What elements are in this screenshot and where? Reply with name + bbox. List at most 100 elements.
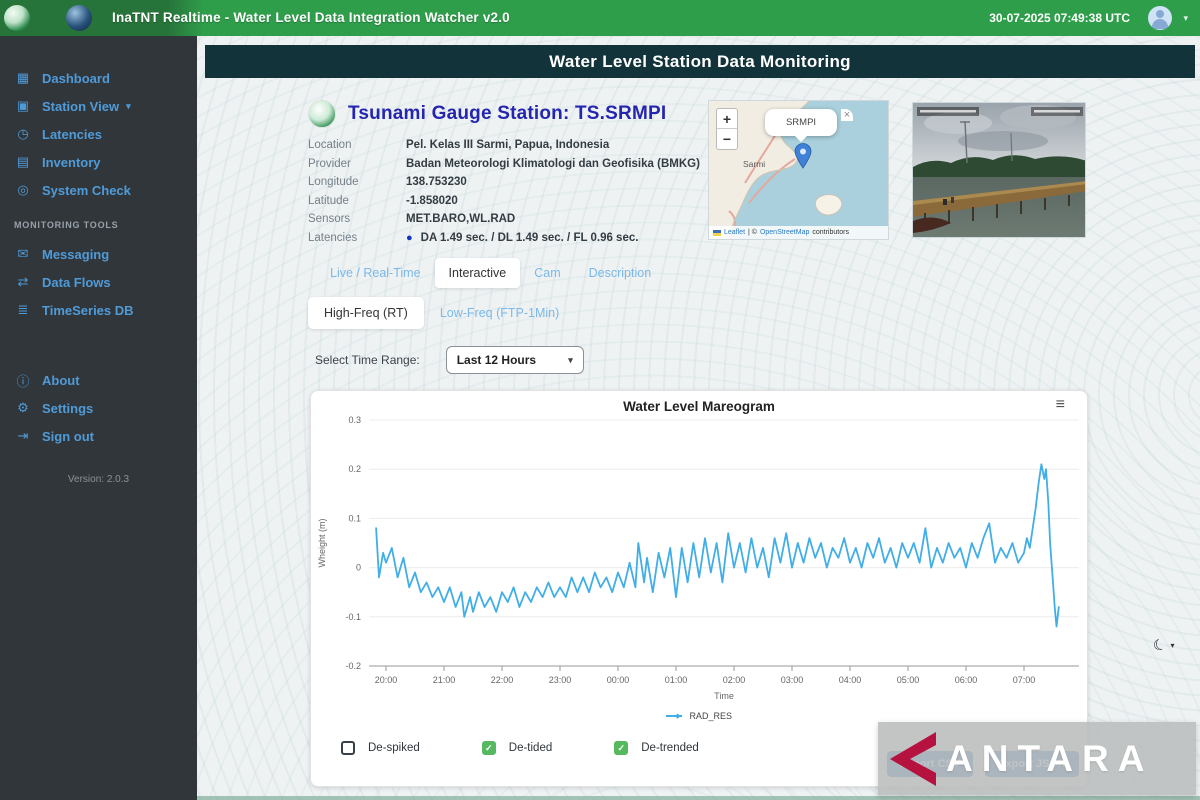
svg-text:0.1: 0.1	[348, 513, 361, 523]
station-camera-image	[912, 102, 1086, 238]
sidebar-item-data-flows[interactable]: ⇄ Data Flows	[0, 268, 197, 296]
mareogram-chart[interactable]: 0.30.20.10-0.1-0.220:0021:0022:0023:0000…	[311, 415, 1089, 707]
time-range-row: Select Time Range: Last 12 Hours ▾	[315, 346, 584, 374]
sidebar-item-messaging[interactable]: ✉ Messaging	[0, 240, 197, 268]
sidebar-item-system-check[interactable]: ◎ System Check	[0, 176, 197, 204]
svg-text:Wheight (m): Wheight (m)	[317, 518, 327, 567]
svg-text:21:00: 21:00	[433, 675, 456, 685]
status-dot-icon: ●	[406, 232, 413, 244]
user-avatar[interactable]	[1148, 6, 1172, 30]
check-icon: ✓	[617, 743, 625, 754]
checkbox-detrended[interactable]: ✓ De-trended	[614, 741, 699, 755]
tab-interactive[interactable]: Interactive	[435, 258, 521, 288]
info-icon: ⓘ	[15, 371, 31, 390]
svg-text:01:00: 01:00	[665, 675, 688, 685]
subtab-high-freq[interactable]: High-Freq (RT)	[308, 297, 424, 329]
zoom-in-button[interactable]: +	[717, 109, 737, 129]
station-title: Tsunami Gauge Station: TS.SRMPI	[348, 103, 666, 125]
svg-text:05:00: 05:00	[897, 675, 920, 685]
app-title: InaTNT Realtime - Water Level Data Integ…	[112, 10, 510, 25]
map-attribution: Leaflet | © OpenStreetMap contributors	[709, 226, 888, 239]
antara-text: ANTARA	[946, 738, 1153, 780]
main-content: Water Level Station Data Monitoring Tsun…	[197, 36, 1200, 800]
station-field-location: Location Pel. Kelas III Sarmi, Papua, In…	[308, 136, 708, 155]
clock-icon: ◷	[15, 126, 31, 142]
map-popup: SRMPI	[765, 109, 837, 136]
station-view-icon: ▣	[15, 98, 31, 114]
svg-text:23:00: 23:00	[549, 675, 572, 685]
theme-caret-icon: ▾	[1170, 641, 1174, 650]
station-field-longitude: Longitude 138.753230	[308, 173, 708, 192]
flag-icon	[713, 230, 721, 236]
theme-toggle[interactable]: ☾ ▾	[1153, 636, 1174, 654]
inatnt-logo-icon	[66, 5, 92, 31]
sign-out-icon: ⇥	[15, 428, 31, 444]
sidebar-item-settings[interactable]: ⚙ Settings	[0, 394, 197, 422]
leaflet-link[interactable]: Leaflet	[724, 226, 745, 239]
map-zoom-control: + −	[716, 108, 738, 150]
frequency-subtabs: High-Freq (RT) Low-Freq (FTP-1Min)	[308, 296, 575, 330]
svg-text:20:00: 20:00	[375, 675, 398, 685]
filter-checkbox-row: ✓ De-spiked ✓ De-tided ✓ De-trended	[341, 741, 699, 755]
station-map[interactable]: + − SRMPI × Sarmi Leaflet | © OpenStreet…	[708, 100, 889, 240]
svg-text:04:00: 04:00	[839, 675, 862, 685]
svg-text:-0.1: -0.1	[345, 612, 361, 622]
sidebar-item-latencies[interactable]: ◷ Latencies	[0, 120, 197, 148]
top-bar: InaTNT Realtime - Water Level Data Integ…	[0, 0, 1200, 36]
station-info: Tsunami Gauge Station: TS.SRMPI Location…	[308, 100, 708, 247]
map-place-label: Sarmi	[743, 159, 765, 169]
svg-text:03:00: 03:00	[781, 675, 804, 685]
chart-title: Water Level Mareogram	[311, 399, 1087, 414]
sidebar-item-sign-out[interactable]: ⇥ Sign out	[0, 422, 197, 450]
sidebar-item-dashboard[interactable]: ▦ Dashboard	[0, 64, 197, 92]
subtab-low-freq[interactable]: Low-Freq (FTP-1Min)	[424, 297, 575, 329]
sidebar-item-inventory[interactable]: ▤ Inventory	[0, 148, 197, 176]
time-range-select[interactable]: Last 12 Hours ▾	[446, 346, 584, 374]
checkbox-detided[interactable]: ✓ De-tided	[482, 741, 552, 755]
view-tabs: Live / Real-Time Interactive Cam Descrip…	[316, 257, 665, 289]
svg-text:Time: Time	[714, 691, 734, 701]
station-field-latencies: Latencies ● DA 1.49 sec. / DL 1.49 sec. …	[308, 229, 708, 248]
checkbox-despiked[interactable]: ✓ De-spiked	[341, 741, 420, 755]
inventory-icon: ▤	[15, 154, 31, 170]
map-marker-icon[interactable]	[793, 143, 813, 169]
gear-icon: ⚙	[15, 400, 31, 416]
utc-clock: 30-07-2025 07:49:38 UTC	[989, 11, 1130, 25]
zoom-out-button[interactable]: −	[717, 129, 737, 149]
sidebar-item-timeseries-db[interactable]: ≣ TimeSeries DB	[0, 296, 197, 324]
select-caret-icon: ▾	[568, 355, 573, 366]
bottom-accent-strip	[197, 796, 1200, 800]
legend-diamond-icon: ◆	[675, 712, 680, 720]
sidebar-item-station-view[interactable]: ▣ Station View ▾	[0, 92, 197, 120]
svg-text:07:00: 07:00	[1013, 675, 1036, 685]
osm-link[interactable]: OpenStreetMap	[760, 226, 809, 239]
user-menu-caret-icon[interactable]: ▾	[1183, 13, 1188, 24]
antara-watermark: ANTARA	[878, 722, 1196, 795]
antara-logo-icon	[878, 728, 944, 790]
svg-text:0.3: 0.3	[348, 415, 361, 425]
sidebar-section-monitoring-tools: MONITORING TOOLS	[14, 220, 197, 230]
tab-live-realtime[interactable]: Live / Real-Time	[316, 258, 435, 288]
station-field-sensors: Sensors MET.BARO,WL.RAD	[308, 210, 708, 229]
svg-text:06:00: 06:00	[955, 675, 978, 685]
system-check-icon: ◎	[15, 182, 31, 198]
version-label: Version: 2.0.3	[0, 474, 197, 485]
chart-legend[interactable]: ◆ RAD_RES	[311, 711, 1087, 721]
time-range-label: Select Time Range:	[315, 353, 420, 367]
svg-text:00:00: 00:00	[607, 675, 630, 685]
dashboard-icon: ▦	[15, 70, 31, 86]
legend-series-label: RAD_RES	[689, 711, 732, 721]
tab-cam[interactable]: Cam	[520, 258, 574, 288]
station-provider-logo-icon	[308, 100, 336, 128]
svg-text:0: 0	[356, 563, 361, 573]
check-icon: ✓	[485, 743, 493, 754]
sidebar-item-about[interactable]: ⓘ About	[0, 366, 197, 394]
page-title: Water Level Station Data Monitoring	[205, 45, 1195, 78]
station-field-provider: Provider Badan Meteorologi Klimatologi d…	[308, 155, 708, 174]
database-icon: ≣	[15, 302, 31, 318]
chart-menu-icon[interactable]: ≡	[1056, 396, 1065, 414]
moon-icon: ☾	[1151, 634, 1169, 655]
sidebar: ▦ Dashboard ▣ Station View ▾ ◷ Latencies…	[0, 36, 197, 800]
tab-description[interactable]: Description	[575, 258, 666, 288]
svg-text:-0.2: -0.2	[345, 661, 361, 671]
